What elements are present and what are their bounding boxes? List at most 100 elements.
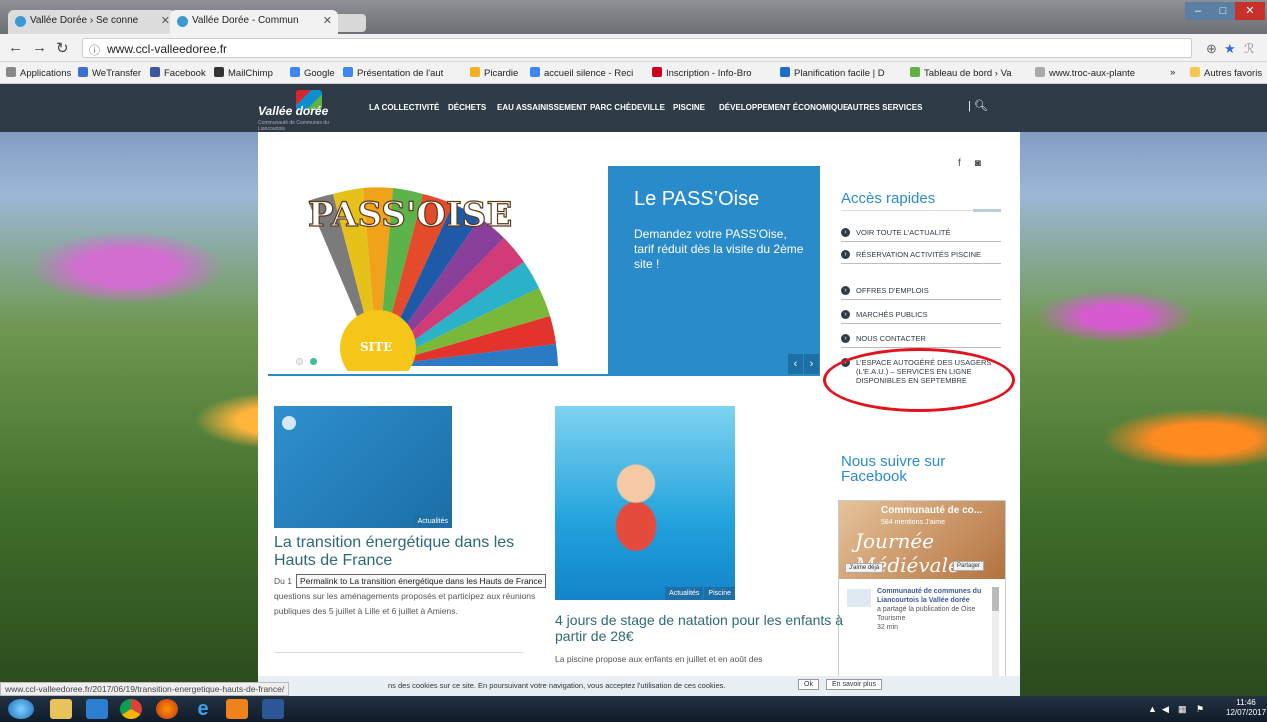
- bookmark-tableau-de-bord[interactable]: Tableau de bord › Va: [910, 67, 1012, 79]
- internet-explorer-icon[interactable]: e: [192, 699, 214, 719]
- bookmark-accueil-silence[interactable]: accueil silence - Reci: [530, 67, 633, 79]
- reload-icon[interactable]: ↻: [56, 39, 69, 57]
- quick-link-offres-emplois[interactable]: › OFFRES D'EMPLOIS: [841, 282, 1001, 300]
- bookmark-inscription[interactable]: Inscription - Info-Bro: [652, 67, 752, 79]
- bookmark-star-icon[interactable]: ★: [1224, 41, 1236, 57]
- post-tag-piscine[interactable]: Piscine: [704, 587, 735, 600]
- page-background: Vallée dorée Communauté de Communes du L…: [0, 84, 1267, 696]
- close-tab-icon[interactable]: ✕: [323, 14, 332, 27]
- cookie-banner: ns des cookies sur ce site. En poursuiva…: [258, 676, 1020, 696]
- bookmark-autres-favoris[interactable]: Autres favoris: [1190, 67, 1262, 79]
- site-logo[interactable]: Vallée dorée Communauté de Communes du L…: [258, 90, 348, 132]
- nav-piscine[interactable]: PISCINE: [673, 103, 705, 112]
- word-icon[interactable]: [262, 699, 284, 719]
- bookmarks-overflow-icon[interactable]: »: [1170, 67, 1175, 78]
- minimize-button[interactable]: –: [1185, 2, 1211, 20]
- firefox-icon[interactable]: [156, 699, 178, 719]
- nav-dechets[interactable]: DÉCHETS: [448, 103, 486, 112]
- cookie-ok-button[interactable]: Ok: [798, 679, 819, 690]
- post-thumbnail-natation[interactable]: Actualités Piscine: [555, 406, 735, 600]
- tab-label: Vallée Dorée - Commun: [192, 15, 299, 26]
- facebook-post[interactable]: Communauté de communes du Liancourtois l…: [877, 587, 983, 632]
- nav-parc-chedeville[interactable]: PARC CHÈDEVILLE: [590, 103, 665, 112]
- post-title-natation[interactable]: 4 jours de stage de natation pour les en…: [555, 612, 845, 644]
- instagram-icon[interactable]: ◙: [975, 158, 981, 169]
- doodle-icon: [780, 67, 790, 77]
- slider-dot-2[interactable]: [310, 358, 317, 365]
- bookmark-wetransfer[interactable]: WeTransfer: [78, 67, 141, 79]
- mailchimp-icon: [214, 67, 224, 77]
- cookie-more-button[interactable]: En savoir plus: [826, 679, 882, 690]
- nav-developpement-economique[interactable]: DÉVELOPPEMENT ÉCONOMIQUE: [719, 103, 848, 112]
- clock-date: 12/07/2017: [1226, 708, 1267, 717]
- zoom-icon[interactable]: ⊕: [1206, 41, 1217, 57]
- file-explorer-icon[interactable]: [50, 699, 72, 719]
- arrow-circle-icon: ›: [841, 286, 850, 295]
- slider-caption[interactable]: Le PASS’Oise Demandez votre PASS'Oise, t…: [608, 166, 820, 374]
- forward-arrow-icon[interactable]: →: [32, 39, 47, 56]
- close-tab-icon[interactable]: ✕: [161, 14, 170, 27]
- slider-title: Le PASS’Oise: [634, 188, 760, 210]
- quick-link-actualite[interactable]: › VOIR TOUTE L'ACTUALITÉ: [841, 224, 1001, 242]
- info-icon[interactable]: ⓘ: [89, 42, 100, 58]
- facebook-icon[interactable]: f: [958, 158, 961, 169]
- quick-link-nous-contacter[interactable]: › NOUS CONTACTER: [841, 330, 1001, 348]
- slider-text: Demandez votre PASS'Oise, tarif réduit d…: [634, 227, 804, 271]
- slider-dot-1[interactable]: [296, 358, 303, 365]
- bookmark-picardie[interactable]: Picardie: [470, 67, 518, 79]
- page-icon: [1035, 67, 1045, 77]
- post-title-transition[interactable]: La transition énergétique dans les Hauts…: [274, 534, 544, 570]
- post-thumbnail-transition[interactable]: Actualités: [274, 406, 452, 528]
- bookmark-applications[interactable]: Applications: [6, 67, 71, 79]
- nav-search[interactable]: | 🔍︎: [968, 99, 988, 112]
- nav-autres-services[interactable]: AUTRES SERVICES: [847, 103, 922, 112]
- post-tag-actualites[interactable]: Actualités: [413, 515, 452, 528]
- new-tab-button[interactable]: [334, 14, 366, 32]
- chrome-icon[interactable]: [120, 699, 142, 719]
- facebook-page-name[interactable]: Communauté de co...: [881, 505, 982, 516]
- taskbar-clock[interactable]: 11:46 12/07/2017: [1226, 698, 1266, 718]
- slider-next-icon[interactable]: ›: [804, 354, 819, 374]
- site-favicon-icon: [177, 16, 188, 27]
- network-icon[interactable]: ▦: [1178, 704, 1187, 715]
- tray-expand-icon[interactable]: ▲: [1148, 704, 1157, 714]
- quick-link-marches-publics[interactable]: › MARCHÉS PUBLICS: [841, 306, 1001, 324]
- bookmark-planification[interactable]: Planification facile | D: [780, 67, 885, 79]
- back-arrow-icon[interactable]: ←: [8, 39, 23, 56]
- quick-link-reservation-piscine[interactable]: › RÉSERVATION ACTIVITÉS PISCINE: [841, 246, 1001, 264]
- fan-badge: SITE: [360, 340, 392, 354]
- tab-vallee-doree-connexion[interactable]: Vallée Dorée › Se conne ✕: [8, 10, 176, 34]
- clock-time: 11:46: [1236, 698, 1256, 707]
- nav-la-collectivite[interactable]: LA COLLECTIVITÉ: [369, 103, 439, 112]
- start-button[interactable]: [8, 699, 34, 719]
- inscription-icon: [652, 67, 662, 77]
- bookmark-troc-aux-plantes[interactable]: www.troc-aux-plante: [1035, 67, 1135, 79]
- facebook-post-author[interactable]: Communauté de communes du Liancourtois l…: [877, 588, 981, 604]
- action-center-icon[interactable]: ⚑: [1196, 704, 1204, 715]
- facebook-like-button[interactable]: J'aime déjà: [845, 563, 884, 573]
- slider-image[interactable]: PASS'OISE SITE: [268, 166, 613, 371]
- address-toolbar: ← → ↻ ⓘ www.ccl-valleedoree.fr ⊕ ★ ℛ: [0, 34, 1267, 62]
- post-tag-actualites[interactable]: Actualités: [665, 587, 704, 600]
- quick-access-underline: [841, 209, 1001, 212]
- extension-icon[interactable]: ℛ: [1244, 41, 1254, 57]
- outlook-icon[interactable]: [226, 699, 248, 719]
- facebook-banner[interactable]: Communauté de co... 584 mentions J'aime …: [839, 501, 1005, 579]
- facebook-share-button[interactable]: Partager: [953, 561, 985, 571]
- bookmark-google[interactable]: Google: [290, 67, 335, 79]
- bookmark-facebook[interactable]: Facebook: [150, 67, 206, 79]
- slider-prev-icon[interactable]: ‹: [788, 354, 803, 374]
- nav-eau-assainissement[interactable]: EAU ASSAINISSEMENT: [497, 103, 587, 112]
- post-excerpt-natation: La piscine propose aux enfants en juille…: [555, 654, 763, 664]
- tab-vallee-doree-communaute[interactable]: Vallée Dorée - Commun ✕: [170, 10, 338, 34]
- maximize-button[interactable]: □: [1211, 2, 1235, 20]
- logo-subtitle: Communauté de Communes du Liancourtois: [258, 120, 329, 132]
- close-window-button[interactable]: ✕: [1235, 2, 1265, 20]
- volume-icon[interactable]: ◀: [1162, 704, 1169, 715]
- url-input[interactable]: ⓘ www.ccl-valleedoree.fr: [82, 38, 1192, 58]
- bookmark-mailchimp[interactable]: MailChimp: [214, 67, 273, 79]
- search-icon[interactable]: 🔍︎: [974, 100, 988, 112]
- bookmark-presentation[interactable]: Présentation de l'aut: [343, 67, 443, 79]
- tab-label: Vallée Dorée › Se conne: [30, 15, 139, 26]
- media-player-icon[interactable]: [86, 699, 108, 719]
